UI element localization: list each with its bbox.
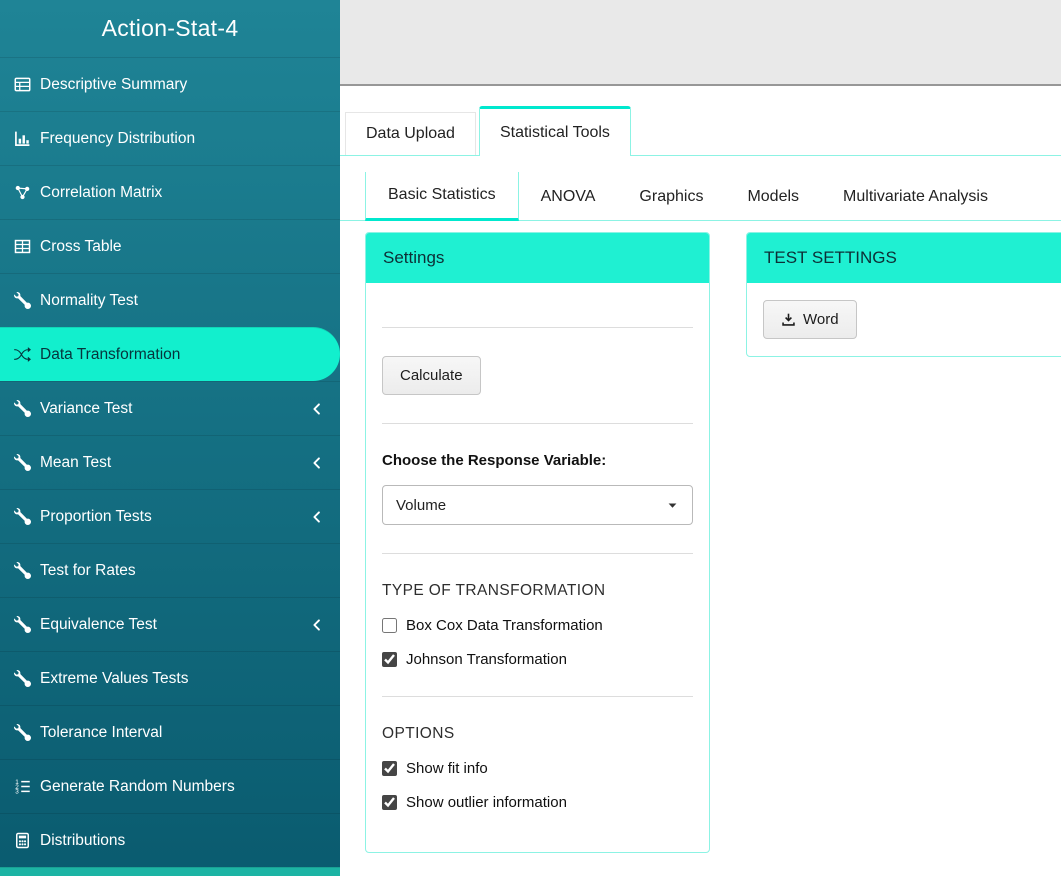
tab-models[interactable]: Models: [725, 174, 821, 220]
caret-down-icon: [666, 499, 679, 512]
show-fit-info-checkbox[interactable]: [382, 761, 397, 776]
sidebar-item-data-transformation[interactable]: Data Transformation: [0, 327, 340, 381]
sidebar-item-label: Frequency Distribution: [40, 130, 195, 148]
show-fit-info-row[interactable]: Show fit info: [382, 760, 693, 777]
options-heading: OPTIONS: [382, 725, 693, 743]
sub-tabs: Basic Statistics ANOVA Graphics Models M…: [340, 172, 1061, 221]
test-settings-panel-header: TEST SETTINGS: [747, 233, 1061, 283]
checkbox-label: Box Cox Data Transformation: [406, 617, 603, 634]
sidebar-item-correlation-matrix[interactable]: Correlation Matrix: [0, 165, 340, 219]
response-variable-label: Choose the Response Variable:: [382, 452, 693, 469]
sidebar-item-label: Extreme Values Tests: [40, 670, 188, 688]
checkbox-label: Show outlier information: [406, 794, 567, 811]
chevron-left-icon: [310, 402, 324, 416]
spacer: [382, 299, 693, 327]
grid-icon: [14, 238, 31, 255]
tab-graphics[interactable]: Graphics: [617, 174, 725, 220]
sidebar-item-label: Normality Test: [40, 292, 138, 310]
settings-panel-body: Calculate Choose the Response Variable: …: [366, 283, 709, 852]
main-tabs: Data Upload Statistical Tools: [340, 106, 1061, 156]
sidebar: Action-Stat-4 Descriptive Summary Freque…: [0, 0, 340, 876]
sidebar-item-frequency-distribution[interactable]: Frequency Distribution: [0, 111, 340, 165]
response-variable-value: Volume: [396, 497, 446, 514]
tab-statistical-tools[interactable]: Statistical Tools: [479, 106, 631, 156]
tab-basic-statistics[interactable]: Basic Statistics: [365, 172, 519, 221]
wrench-icon: [14, 616, 31, 633]
sidebar-item-label: Correlation Matrix: [40, 184, 162, 202]
settings-panel: Settings Calculate Choose the Response V…: [365, 232, 710, 853]
tab-data-upload[interactable]: Data Upload: [345, 112, 476, 155]
sidebar-item-tolerance-interval[interactable]: Tolerance Interval: [0, 705, 340, 759]
chevron-left-icon: [310, 618, 324, 632]
sidebar-item-label: Tolerance Interval: [40, 724, 162, 742]
download-icon: [781, 312, 796, 327]
sidebar-item-descriptive-summary[interactable]: Descriptive Summary: [0, 57, 340, 111]
johnson-transformation-row[interactable]: Johnson Transformation: [382, 651, 693, 668]
divider: [382, 327, 693, 328]
sidebar-item-mean-test[interactable]: Mean Test: [0, 435, 340, 489]
sidebar-item-label: Variance Test: [40, 400, 132, 418]
checkbox-label: Johnson Transformation: [406, 651, 567, 668]
sidebar-item-label: Proportion Tests: [40, 508, 152, 526]
sidebar-item-label: Cross Table: [40, 238, 122, 256]
sidebar-item-equivalence-test[interactable]: Equivalence Test: [0, 597, 340, 651]
settings-panel-header: Settings: [366, 233, 709, 283]
box-cox-transformation-checkbox[interactable]: [382, 618, 397, 633]
content-area: Settings Calculate Choose the Response V…: [340, 221, 1061, 853]
wrench-icon: [14, 454, 31, 471]
sidebar-item-generate-random-numbers[interactable]: Generate Random Numbers: [0, 759, 340, 813]
table-list-icon: [14, 76, 31, 93]
calculator-icon: [14, 832, 31, 849]
sidebar-item-label: Test for Rates: [40, 562, 136, 580]
sidebar-nav: Descriptive Summary Frequency Distributi…: [0, 57, 340, 876]
test-settings-panel: TEST SETTINGS Word: [746, 232, 1061, 357]
sidebar-item-proportion-tests[interactable]: Proportion Tests: [0, 489, 340, 543]
sidebar-item-extreme-values-tests[interactable]: Extreme Values Tests: [0, 651, 340, 705]
divider: [382, 553, 693, 554]
show-outlier-information-checkbox[interactable]: [382, 795, 397, 810]
wrench-icon: [14, 292, 31, 309]
sidebar-item-normality-test[interactable]: Normality Test: [0, 273, 340, 327]
transformation-heading: TYPE OF TRANSFORMATION: [382, 582, 693, 600]
chevron-left-icon: [310, 456, 324, 470]
wrench-icon: [14, 724, 31, 741]
main-area: Data Upload Statistical Tools Basic Stat…: [340, 0, 1061, 876]
divider: [382, 423, 693, 424]
sidebar-item-test-for-rates[interactable]: Test for Rates: [0, 543, 340, 597]
sidebar-item-cross-table[interactable]: Cross Table: [0, 219, 340, 273]
network-icon: [14, 184, 31, 201]
wrench-icon: [14, 508, 31, 525]
sidebar-item-label: Mean Test: [40, 454, 111, 472]
sidebar-item-partial[interactable]: [0, 867, 340, 876]
calculate-button[interactable]: Calculate: [382, 356, 481, 395]
show-outlier-information-row[interactable]: Show outlier information: [382, 794, 693, 811]
chevron-left-icon: [310, 510, 324, 524]
word-export-button[interactable]: Word: [763, 300, 857, 339]
wrench-icon: [14, 562, 31, 579]
sidebar-item-label: Generate Random Numbers: [40, 778, 235, 796]
divider: [382, 696, 693, 697]
tab-multivariate-analysis[interactable]: Multivariate Analysis: [821, 174, 1010, 220]
shuffle-icon: [14, 346, 31, 363]
johnson-transformation-checkbox[interactable]: [382, 652, 397, 667]
sidebar-item-label: Equivalence Test: [40, 616, 157, 634]
box-cox-transformation-row[interactable]: Box Cox Data Transformation: [382, 617, 693, 634]
sidebar-item-variance-test[interactable]: Variance Test: [0, 381, 340, 435]
tab-anova[interactable]: ANOVA: [519, 174, 618, 220]
ordered-list-icon: [14, 778, 31, 795]
sidebar-item-label: Data Transformation: [40, 346, 180, 364]
bar-chart-icon: [14, 130, 31, 147]
wrench-icon: [14, 670, 31, 687]
top-strip: [340, 0, 1061, 86]
word-export-button-label: Word: [803, 311, 839, 328]
app-title: Action-Stat-4: [0, 0, 340, 57]
test-settings-panel-body: Word: [747, 283, 1061, 356]
sidebar-item-distributions[interactable]: Distributions: [0, 813, 340, 867]
sidebar-item-label: Distributions: [40, 832, 125, 850]
sidebar-item-label: Descriptive Summary: [40, 76, 187, 94]
response-variable-select[interactable]: Volume: [382, 485, 693, 525]
wrench-icon: [14, 400, 31, 417]
checkbox-label: Show fit info: [406, 760, 488, 777]
